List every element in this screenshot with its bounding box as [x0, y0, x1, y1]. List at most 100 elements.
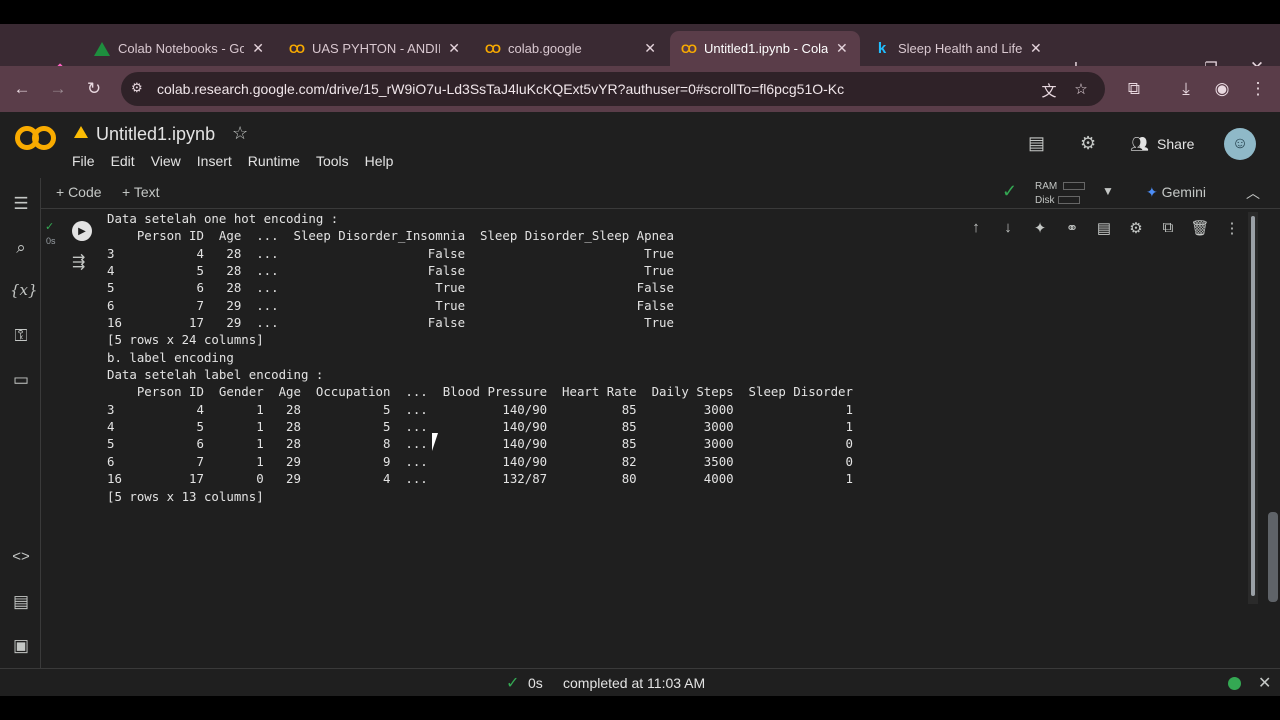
reload-icon[interactable]: ↻ — [80, 75, 108, 103]
notebook-toolbar: + Code + Text ✓ RAM Disk ▼ ✦ Gemini ︿ — [40, 178, 1280, 209]
gemini-sparkle-icon[interactable]: ✦ — [1030, 219, 1050, 239]
menu-insert[interactable]: Insert — [197, 153, 232, 169]
output-line: 6 7 29 ... True False — [107, 297, 674, 313]
bookmark-star-icon[interactable]: ☆ — [1071, 80, 1091, 98]
tab-uas-python[interactable]: CO UAS PYHTON - ANDINI ✕ — [278, 31, 470, 66]
site-settings-icon[interactable]: ⚙ — [131, 80, 147, 96]
link-icon[interactable]: ⚭ — [1062, 219, 1082, 239]
ram-bar — [1063, 182, 1086, 191]
close-icon[interactable]: ✕ — [1258, 673, 1271, 693]
tab-untitled1-active[interactable]: CO Untitled1.ipynb - Colab ✕ — [670, 31, 860, 66]
output-line: 5 6 28 ... True False — [107, 280, 674, 296]
delete-icon[interactable]: 🗑︎ — [1190, 219, 1210, 239]
profile-icon[interactable]: ◉ — [1208, 75, 1236, 103]
comment-icon[interactable]: ▤ — [1028, 133, 1045, 154]
status-check-icon: ✓ — [506, 675, 520, 692]
output-line: b. label encoding — [107, 349, 234, 365]
output-line: [5 rows x 13 columns] — [107, 488, 264, 504]
tab-title: colab.google — [508, 41, 582, 56]
table-of-contents-icon[interactable]: ☰ — [10, 194, 32, 216]
close-icon[interactable]: ✕ — [836, 40, 848, 57]
close-icon[interactable]: ✕ — [1030, 40, 1042, 57]
output-line: 3 4 1 28 5 ... 140/90 85 3000 1 — [107, 401, 853, 417]
menu-tools[interactable]: Tools — [316, 153, 349, 169]
terminal-icon[interactable]: ▣ — [10, 636, 32, 658]
output-line: Data setelah one hot encoding : — [107, 211, 339, 226]
url-field[interactable]: ⚙ colab.research.google.com/drive/15_rW9… — [121, 72, 1105, 106]
output-line: Person ID Gender Age Occupation ... Bloo… — [107, 384, 853, 400]
page-scrollbar-thumb[interactable] — [1268, 512, 1278, 602]
colab-icon: CO — [485, 41, 501, 56]
tab-sleep-health[interactable]: k Sleep Health and Lifest ✕ — [864, 31, 1054, 66]
more-options-icon[interactable]: ⋮ — [1222, 219, 1242, 239]
address-bar-row: ← → ↻ ⚙ colab.research.google.com/drive/… — [0, 66, 1280, 112]
output-line: 4 5 28 ... False True — [107, 263, 674, 279]
forward-icon[interactable]: → — [44, 75, 72, 103]
disk-bar — [1058, 196, 1081, 205]
gemini-button[interactable]: ✦ Gemini — [1146, 184, 1206, 201]
settings-gear-icon[interactable]: ⚙ — [1080, 133, 1096, 154]
execution-time: 0s — [46, 236, 56, 246]
add-text-button[interactable]: + Text — [122, 184, 160, 200]
colab-logo-icon[interactable] — [15, 126, 57, 154]
search-icon[interactable]: ⌕ — [10, 238, 32, 260]
translate-icon[interactable]: 文 — [1039, 80, 1059, 100]
drive-icon — [74, 126, 88, 138]
notebook-title[interactable]: Untitled1.ipynb — [96, 124, 215, 145]
tab-colab-notebooks[interactable]: Colab Notebooks - Goo ✕ — [84, 31, 274, 66]
comment-icon[interactable]: ▤ — [1094, 219, 1114, 239]
variables-icon[interactable]: {x} — [10, 281, 38, 303]
menu-runtime[interactable]: Runtime — [248, 153, 300, 169]
connected-check-icon: ✓ — [1002, 181, 1018, 201]
folder-icon[interactable]: ▭ — [10, 370, 32, 392]
key-icon[interactable]: ⚿ — [10, 326, 32, 348]
output-line: 3 4 28 ... False True — [107, 245, 674, 261]
colab-icon: CO — [681, 41, 697, 56]
settings-gear-icon[interactable]: ⚙ — [1126, 219, 1146, 239]
close-icon[interactable]: ✕ — [448, 40, 460, 57]
drive-icon — [94, 41, 110, 56]
menu-edit[interactable]: Edit — [111, 153, 135, 169]
chevron-down-icon[interactable]: ▼ — [1102, 184, 1114, 198]
tab-title: UAS PYHTON - ANDINI — [312, 41, 441, 56]
share-label: Share — [1157, 136, 1195, 152]
people-icon: 👥︎ — [1130, 136, 1150, 153]
mouse-cursor-icon — [432, 433, 444, 451]
avatar[interactable]: ☺ — [1224, 128, 1256, 160]
back-icon[interactable]: ← — [8, 75, 36, 103]
move-down-icon[interactable]: ↓ — [998, 219, 1018, 239]
extensions-icon[interactable]: ⧉ — [1120, 75, 1148, 103]
download-icon[interactable]: ⤓ — [1172, 75, 1200, 103]
url-text: colab.research.google.com/drive/15_rW9iO… — [157, 81, 845, 97]
status-bar: ✓ 0s completed at 11:03 AM ✕ — [0, 668, 1280, 697]
code-snippets-icon[interactable]: <> — [10, 548, 32, 570]
star-icon[interactable]: ☆ — [232, 123, 248, 144]
menu-help[interactable]: Help — [365, 153, 394, 169]
left-sidebar: ☰ ⌕ {x} ⚿ ▭ <> ▤ ▣ — [0, 178, 41, 668]
add-code-button[interactable]: + Code — [56, 184, 102, 200]
menu-view[interactable]: View — [151, 153, 181, 169]
code-cell[interactable]: ✓ 0s ▶ ⇶ Data setelah one hot encoding :… — [40, 210, 1250, 604]
cell-scrollbar-thumb[interactable] — [1251, 216, 1255, 596]
execution-check-icon: ✓ — [45, 221, 55, 233]
run-cell-button[interactable]: ▶ — [72, 221, 92, 241]
status-text[interactable]: completed at 11:03 AM — [563, 675, 705, 691]
bottom-black-bar — [0, 696, 1280, 720]
chevron-up-icon[interactable]: ︿ — [1246, 183, 1260, 203]
output-line: 16 17 0 29 4 ... 132/87 80 4000 1 — [107, 471, 853, 487]
tab-title: Untitled1.ipynb - Colab — [704, 41, 828, 56]
browser-menu-icon[interactable]: ⋮ — [1244, 75, 1272, 103]
output-line: 4 5 1 28 5 ... 140/90 85 3000 1 — [107, 419, 853, 435]
menu-file[interactable]: File — [72, 153, 95, 169]
resources-indicator[interactable]: RAM Disk — [1035, 180, 1086, 208]
tab-colab-google[interactable]: CO colab.google ✕ — [474, 31, 666, 66]
cell-toolbar: ↑ ↓ ✦ ⚭ ▤ ⚙ ⧉ 🗑︎ ⋮ — [962, 212, 1244, 244]
close-icon[interactable]: ✕ — [252, 40, 264, 57]
close-icon[interactable]: ✕ — [644, 40, 656, 57]
output-actions-icon[interactable]: ⇶ — [72, 252, 85, 272]
command-palette-icon[interactable]: ▤ — [10, 592, 32, 614]
share-button[interactable]: 👥︎ Share — [1130, 135, 1194, 153]
mirror-cell-icon[interactable]: ⧉ — [1158, 219, 1178, 239]
move-up-icon[interactable]: ↑ — [966, 219, 986, 239]
connection-status-dot — [1228, 677, 1241, 690]
